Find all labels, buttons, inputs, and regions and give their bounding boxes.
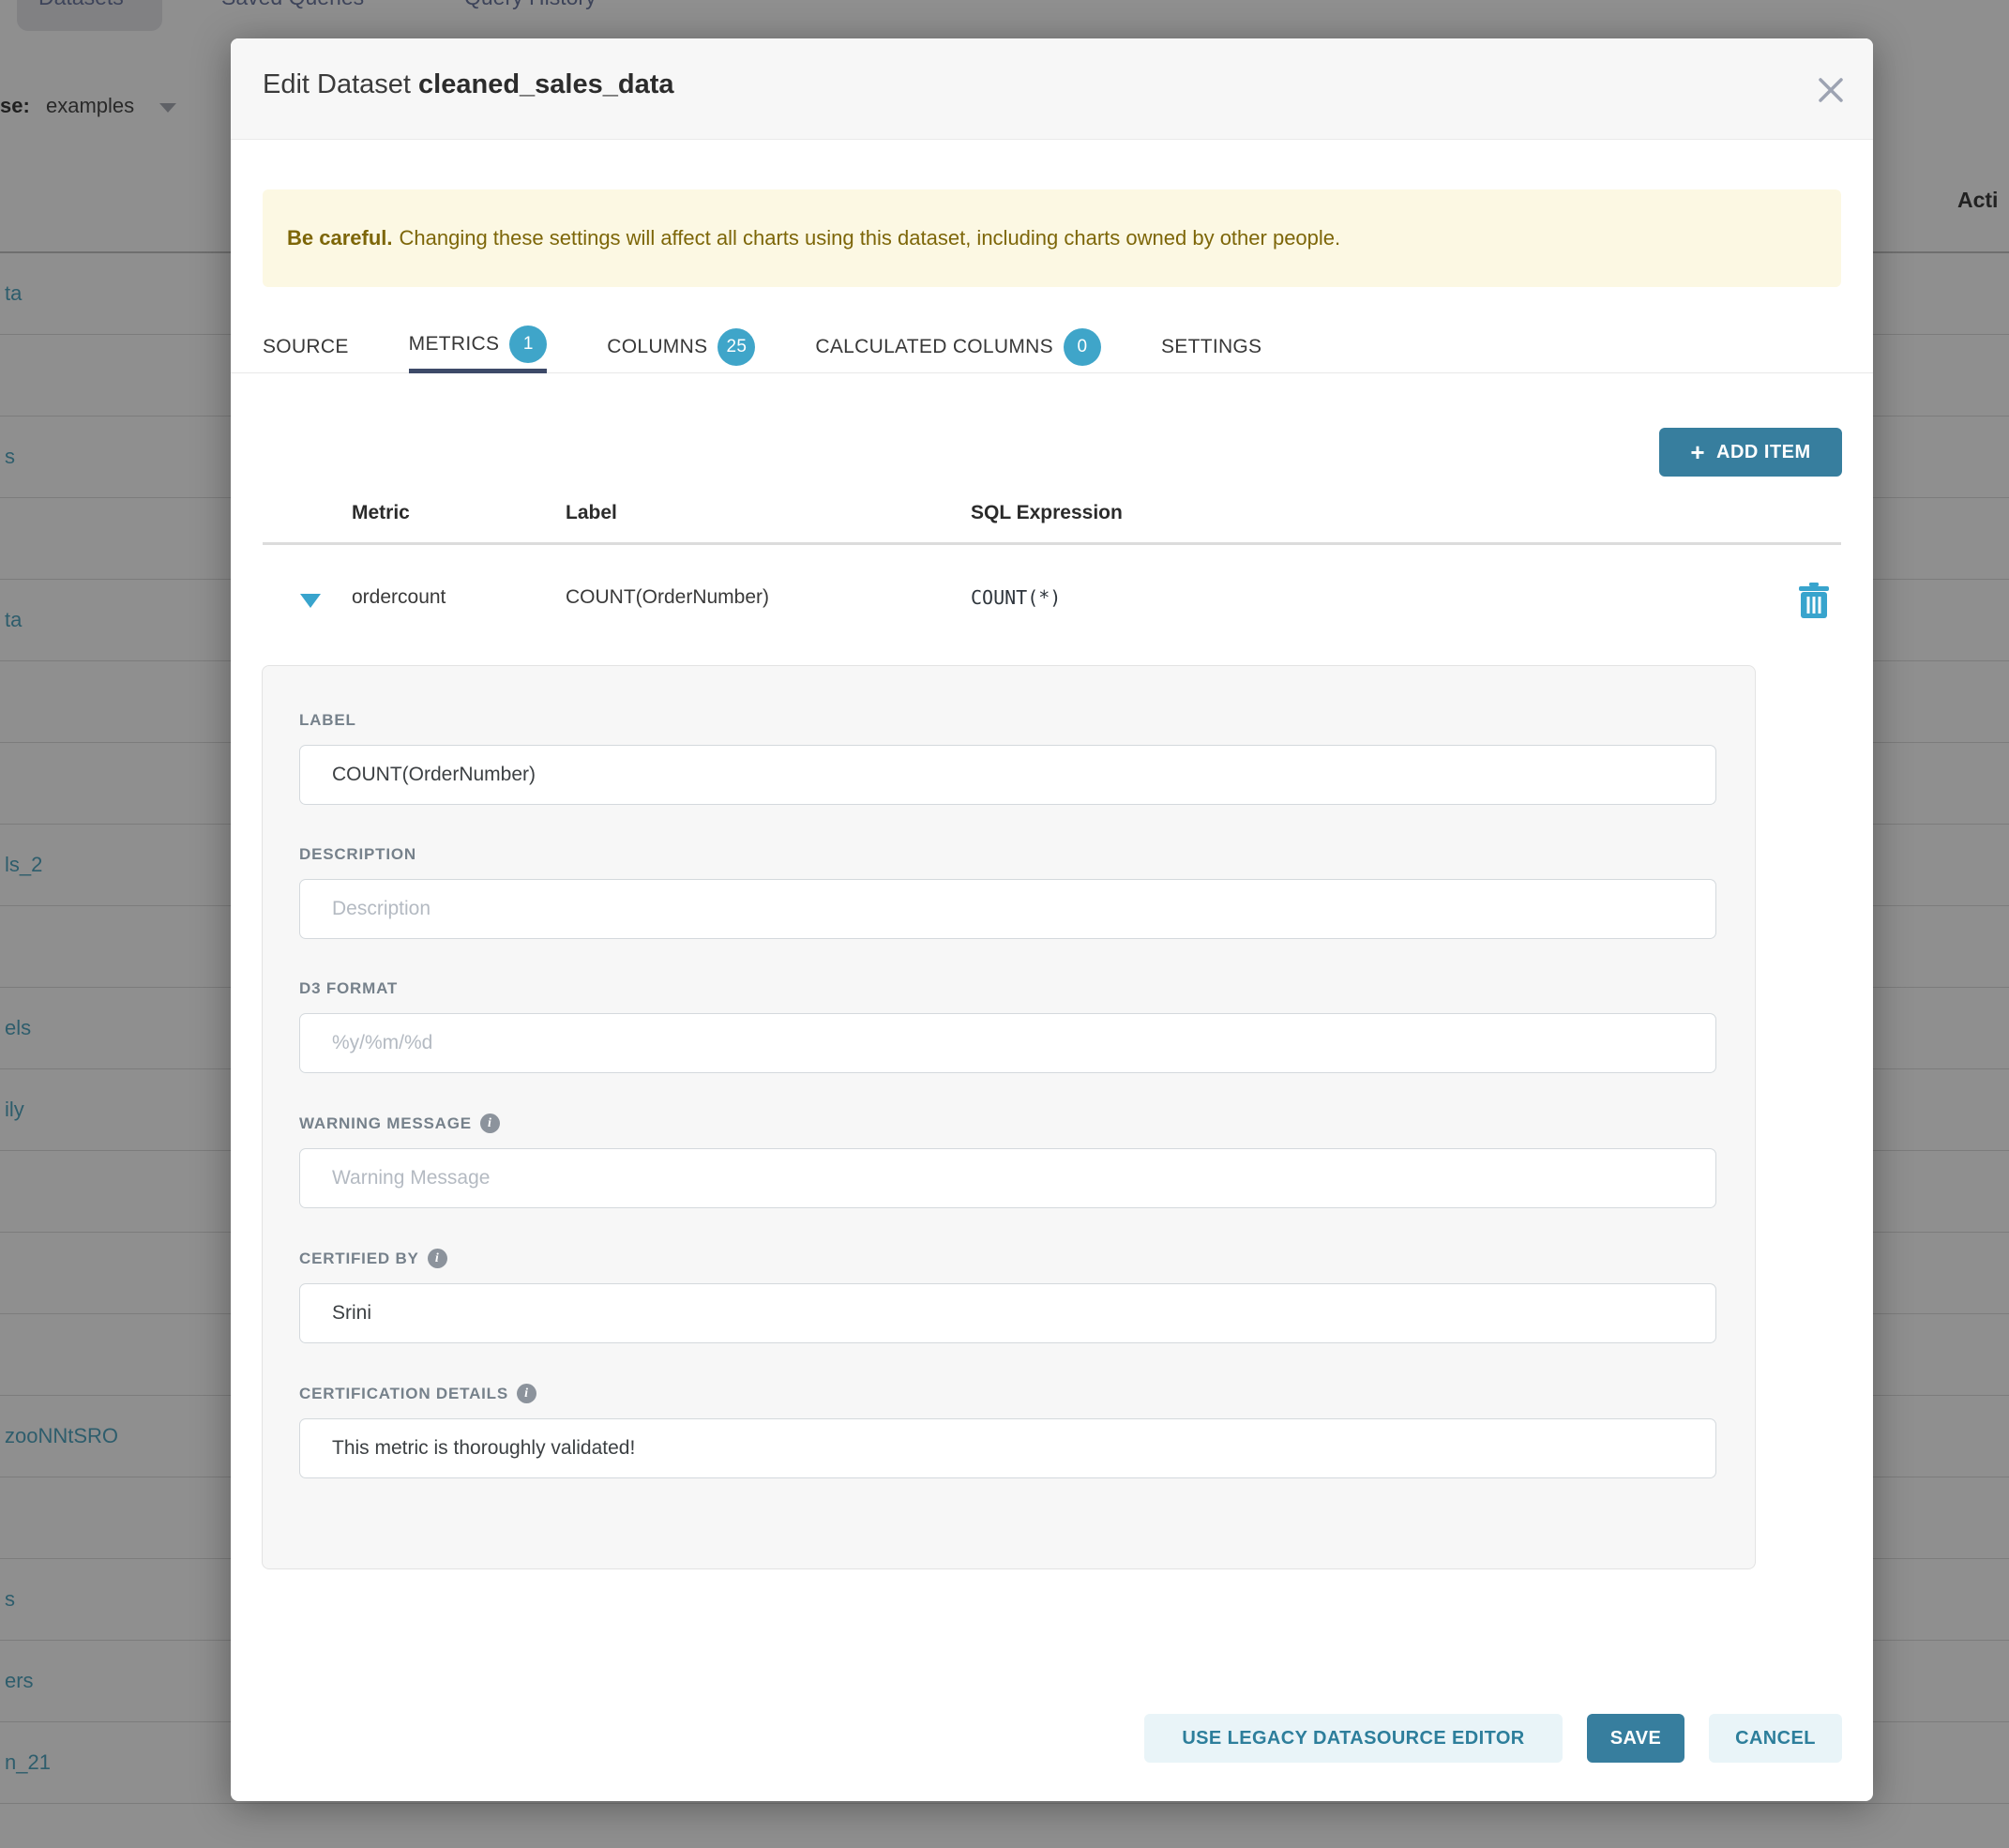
columns-count-badge: 25 [718,328,755,366]
metric-label: COUNT(OrderNumber) [566,586,769,609]
d3-format-field-group: D3 FORMAT [299,979,1718,1073]
d3-format-input[interactable] [299,1013,1716,1073]
certified-by-input[interactable] [299,1283,1716,1343]
warning-message-field-label: WARNING MESSAGE i [299,1113,1718,1133]
calculated-columns-count-badge: 0 [1064,328,1101,366]
info-icon[interactable]: i [517,1384,536,1403]
certification-details-input[interactable] [299,1418,1716,1478]
field-label-text: DESCRIPTION [299,845,416,864]
tab-label: SOURCE [263,336,349,358]
modal-tabs: SOURCE METRICS 1 COLUMNS 25 CALCULATED C… [231,320,1873,373]
description-field-group: DESCRIPTION [299,845,1718,939]
column-header-label: Label [566,502,617,524]
warning-banner-bold: Be careful. [287,226,393,250]
metric-name: ordercount [352,586,446,609]
modal-footer: USE LEGACY DATASOURCE EDITOR SAVE CANCEL [1144,1714,1842,1763]
certification-details-field-label: CERTIFICATION DETAILS i [299,1384,1718,1403]
edit-dataset-modal: Edit Dataset cleaned_sales_data Be caref… [231,38,1873,1801]
label-input[interactable] [299,745,1716,805]
info-icon[interactable]: i [480,1113,500,1133]
field-label-text: CERTIFIED BY [299,1250,419,1268]
modal-title-dataset-name: cleaned_sales_data [418,69,673,99]
tab-label: SETTINGS [1161,336,1261,358]
certified-by-field-label: CERTIFIED BY i [299,1249,1718,1268]
use-legacy-datasource-editor-button[interactable]: USE LEGACY DATASOURCE EDITOR [1144,1714,1563,1763]
tab-source[interactable]: SOURCE [263,320,349,373]
info-icon[interactable]: i [428,1249,447,1268]
add-item-label: ADD ITEM [1716,442,1811,463]
close-icon[interactable] [1813,72,1849,108]
field-label-text: CERTIFICATION DETAILS [299,1385,508,1403]
field-label-text: WARNING MESSAGE [299,1114,472,1133]
delete-metric-icon[interactable] [1798,583,1830,620]
label-field-group: LABEL [299,711,1718,805]
tab-columns[interactable]: COLUMNS 25 [607,320,755,373]
field-label-text: D3 FORMAT [299,979,398,998]
plus-icon: + [1690,440,1705,464]
add-item-button[interactable]: + ADD ITEM [1659,428,1842,477]
tab-calculated-columns[interactable]: CALCULATED COLUMNS 0 [815,320,1101,373]
tab-settings[interactable]: SETTINGS [1161,320,1261,373]
tab-label: METRICS [409,333,500,356]
warning-message-field-group: WARNING MESSAGE i [299,1113,1718,1208]
warning-banner-text: Changing these settings will affect all … [400,226,1341,250]
modal-title: Edit Dataset cleaned_sales_data [263,69,674,100]
certified-by-field-group: CERTIFIED BY i [299,1249,1718,1343]
save-button[interactable]: SAVE [1587,1714,1684,1763]
metric-row: ordercount COUNT(OrderNumber) COUNT(*) [231,564,1873,648]
description-input[interactable] [299,879,1716,939]
column-header-metric: Metric [352,502,410,524]
description-field-label: DESCRIPTION [299,845,1718,864]
warning-banner: Be careful. Changing these settings will… [263,189,1841,287]
field-label-text: LABEL [299,711,356,730]
collapse-caret-icon[interactable] [300,594,321,608]
tab-metrics[interactable]: METRICS 1 [409,320,548,373]
label-field-label: LABEL [299,711,1718,730]
warning-message-input[interactable] [299,1148,1716,1208]
tab-label: COLUMNS [607,336,707,358]
cancel-button[interactable]: CANCEL [1709,1714,1842,1763]
table-header-divider [263,542,1841,545]
modal-header: Edit Dataset cleaned_sales_data [231,38,1873,140]
metrics-count-badge: 1 [509,326,547,363]
column-header-sql-expression: SQL Expression [971,502,1123,524]
metric-sql-expression: COUNT(*) [971,586,1061,609]
metric-detail-panel: LABEL DESCRIPTION D3 FORMAT WARNING MESS… [262,665,1756,1569]
tab-label: CALCULATED COLUMNS [815,336,1053,358]
modal-title-prefix: Edit Dataset [263,69,411,99]
certification-details-field-group: CERTIFICATION DETAILS i [299,1384,1718,1478]
d3-format-field-label: D3 FORMAT [299,979,1718,998]
